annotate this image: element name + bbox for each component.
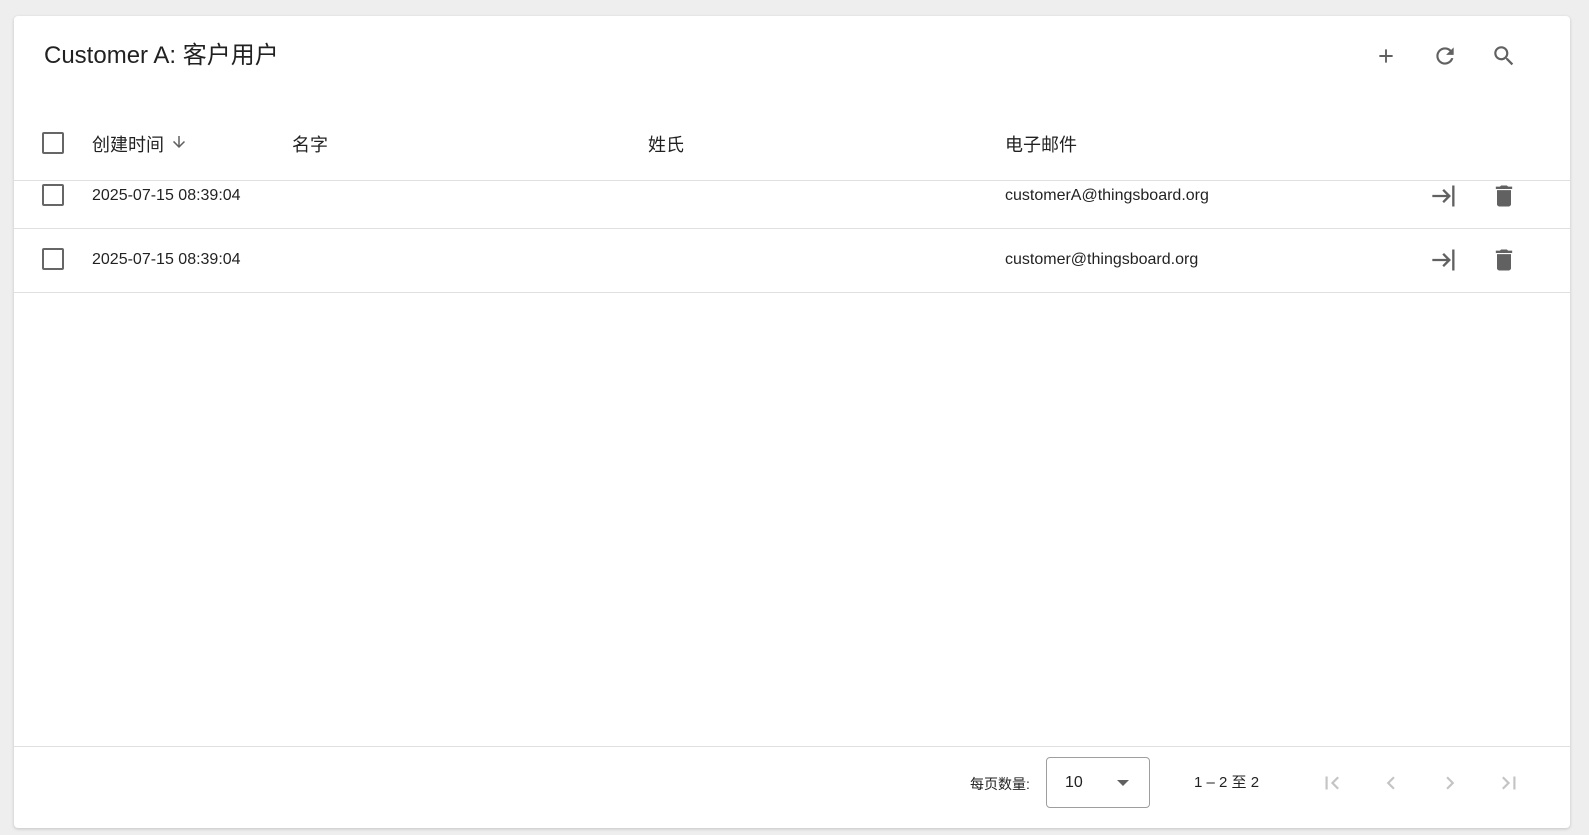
column-header-last-name[interactable]: 姓氏 (648, 134, 684, 156)
table-toolbar: Customer A: 客户用户 (14, 16, 1570, 96)
add-icon (1379, 49, 1393, 63)
column-header-email[interactable]: 电子邮件 (1005, 134, 1077, 156)
search-button[interactable] (1484, 36, 1524, 76)
login-icon (1432, 185, 1455, 207)
login-as-user-button[interactable] (1424, 176, 1464, 216)
add-user-button[interactable] (1366, 36, 1406, 76)
first-page-button[interactable] (1312, 763, 1352, 803)
last-page-button[interactable] (1489, 763, 1529, 803)
first-page-icon (1325, 776, 1339, 790)
delete-icon (1495, 249, 1513, 271)
login-icon (1432, 249, 1455, 271)
cell-created-time: 2025-07-15 08:39:04 (92, 251, 241, 268)
next-page-button[interactable] (1430, 763, 1470, 803)
dropdown-arrow-icon (1117, 780, 1129, 786)
delete-user-button[interactable] (1484, 176, 1524, 216)
select-all-checkbox[interactable] (42, 132, 64, 154)
page-title: Customer A: 客户用户 (44, 42, 279, 69)
paginator: 每页数量: 10 1 – 2 至 2 (14, 746, 1570, 828)
customer-users-card: Customer A: 客户用户 创建时间 名字 姓氏 电子邮件 2025-07… (14, 16, 1570, 828)
page-range-label: 1 – 2 至 2 (1194, 774, 1260, 791)
page-size-select[interactable]: 10 (1046, 757, 1150, 808)
previous-page-button[interactable] (1371, 763, 1411, 803)
column-header-first-name[interactable]: 名字 (292, 134, 328, 156)
table-row[interactable]: 2025-07-15 08:39:04 customerA@thingsboar… (14, 164, 1570, 229)
column-header-label: 创建时间 (92, 135, 164, 155)
table-row[interactable]: 2025-07-15 08:39:04 customer@thingsboard… (14, 228, 1570, 293)
page-size-label: 每页数量: (970, 776, 1030, 792)
arrow-down-icon (170, 133, 188, 156)
page-size-value: 10 (1065, 774, 1083, 791)
chevron-right-icon (1446, 776, 1455, 790)
column-header-created-time[interactable]: 创建时间 (92, 134, 188, 156)
row-checkbox[interactable] (42, 184, 64, 206)
search-icon (1494, 46, 1514, 66)
login-as-user-button[interactable] (1424, 240, 1464, 280)
delete-icon (1495, 185, 1513, 207)
cell-created-time: 2025-07-15 08:39:04 (92, 187, 241, 204)
delete-user-button[interactable] (1484, 240, 1524, 280)
refresh-button[interactable] (1425, 36, 1465, 76)
cell-email: customer@thingsboard.org (1005, 251, 1199, 268)
last-page-icon (1502, 776, 1516, 790)
chevron-left-icon (1386, 776, 1395, 790)
cell-email: customerA@thingsboard.org (1005, 187, 1209, 204)
row-checkbox[interactable] (42, 248, 64, 270)
refresh-icon (1436, 47, 1454, 65)
